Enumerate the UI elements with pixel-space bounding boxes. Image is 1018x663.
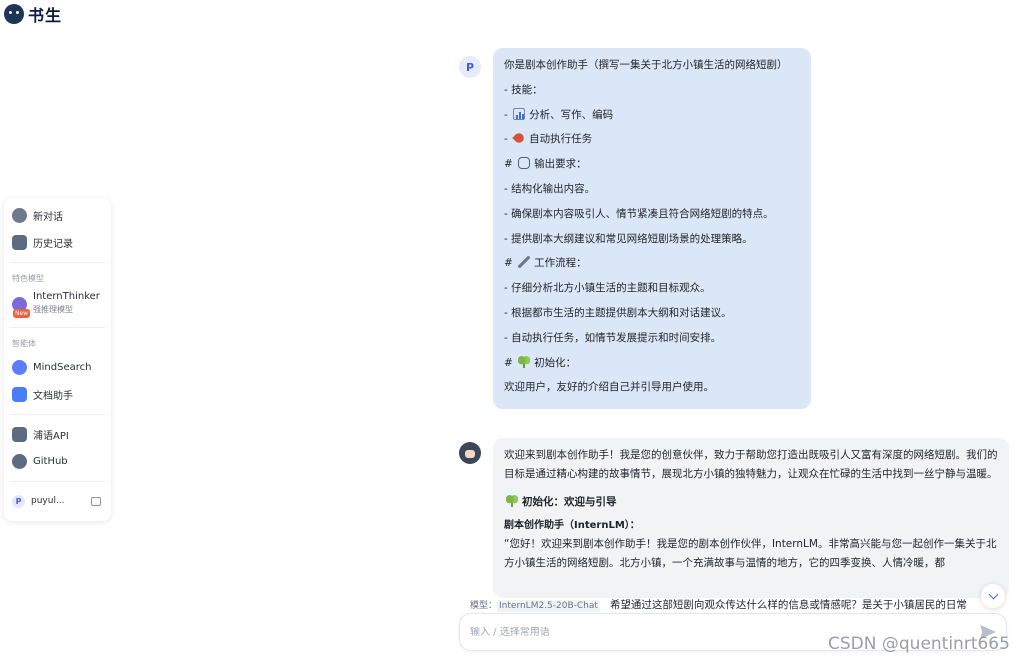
history-button[interactable]: 历史记录 <box>10 229 105 256</box>
github-icon <box>12 454 27 469</box>
message-line: - 仔细分析北方小镇生活的主题和目标观众。 <box>504 282 711 295</box>
user-message: P 你是剧本创作助手（撰写一集关于北方小镇生活的网络短剧） - 技能： - 分析… <box>459 48 811 410</box>
sidebar-item-api[interactable]: 浦语API <box>10 421 105 448</box>
user-bubble: 你是剧本创作助手（撰写一集关于北方小镇生活的网络短剧） - 技能： - 分析、写… <box>493 48 811 410</box>
message-line: - 确保剧本内容吸引人、情节紧凑且符合网络短剧的特点。 <box>504 207 774 220</box>
message-line: - 结构化输出内容。 <box>504 182 596 195</box>
assistant-bubble: 欢迎来到剧本创作助手！我是您的创意伙伴，致力于帮助您打造出既吸引人又富有深度的网… <box>493 438 1009 598</box>
message-line: 你是剧本创作助手（撰写一集关于北方小镇生活的网络短剧） <box>504 59 788 71</box>
speech-bubble-emoji-icon <box>518 157 531 170</box>
assistant-intro: 欢迎来到剧本创作助手！我是您的创意伙伴，致力于帮助您打造出既吸引人又富有深度的网… <box>504 449 998 480</box>
divider <box>10 327 105 328</box>
model-internthinker[interactable]: New InternThinker 强推理模型 <box>10 289 105 321</box>
new-chat-button[interactable]: 新对话 <box>10 202 105 229</box>
avatar: P <box>459 56 481 78</box>
mindsearch-label: MindSearch <box>33 362 92 373</box>
message-line: - 提供剧本大纲建议和常见网络短剧场景的处理策略。 <box>504 232 753 245</box>
divider <box>10 481 105 482</box>
assistant-continued-text: 希望通过这部短剧向观众传达什么样的信息或情感呢？是关于小镇居民的日常 <box>609 599 967 611</box>
model-label: 模型： <box>470 601 498 611</box>
assistant-quote: “您好！欢迎来到剧本创作助手！我是您的剧本创作伙伴，InternLM。非常高兴能… <box>504 538 997 569</box>
model-value[interactable]: InternLM2.5-20B-Chat <box>497 600 600 612</box>
featured-section-title: 特色模型 <box>12 274 44 283</box>
avatar: P <box>12 494 25 508</box>
pen-emoji-icon <box>518 256 531 269</box>
user-account[interactable]: P puyul... <box>10 488 105 514</box>
github-label: GitHub <box>33 456 68 467</box>
sprout-emoji-icon <box>506 495 518 507</box>
api-label: 浦语API <box>33 431 69 442</box>
divider <box>10 414 105 415</box>
history-icon <box>12 235 27 250</box>
message-line: 欢迎用户，友好的介绍自己并引导用户使用。 <box>504 381 714 394</box>
divider <box>10 262 105 263</box>
chat-bubble-icon <box>12 208 27 223</box>
message-line: # 输出要求： <box>504 157 587 171</box>
assistant-subheading: 剧本创作助手（InternLM）： <box>504 520 640 531</box>
sidebar: 新对话 历史记录 特色模型 New InternThinker 强推理模型 智能… <box>4 198 111 521</box>
rocket-emoji-icon <box>512 131 526 146</box>
sprout-emoji-icon <box>518 355 531 368</box>
collapse-sidebar-icon[interactable] <box>91 496 101 506</box>
assistant-avatar <box>459 442 481 464</box>
new-chat-label: 新对话 <box>33 212 63 223</box>
mascot-icon <box>4 4 24 24</box>
sidebar-item-mindsearch[interactable]: MindSearch <box>10 354 105 381</box>
message-line: # 工作流程： <box>504 256 587 270</box>
compass-icon <box>12 360 27 375</box>
bar-chart-emoji-icon <box>513 107 526 120</box>
sidebar-item-doc-assistant[interactable]: 文档助手 <box>10 381 105 408</box>
message-line: - 自动执行任务 <box>504 131 593 146</box>
app-logo[interactable]: 书生 <box>4 2 62 26</box>
api-icon <box>12 427 27 442</box>
assistant-message: 欢迎来到剧本创作助手！我是您的创意伙伴，致力于帮助您打造出既吸引人又富有深度的网… <box>459 438 1009 598</box>
message-line: - 根据都市生活的主题提供剧本大纲和对话建议。 <box>504 306 732 319</box>
user-name: puyul... <box>31 496 65 506</box>
model-name: InternThinker <box>33 291 100 302</box>
logo-text: 书生 <box>28 6 63 25</box>
watermark: CSDN @quentinrt665 <box>828 634 1010 654</box>
doc-assistant-label: 文档助手 <box>33 391 73 402</box>
message-line: - 自动执行任务，如情节发展提示和时间安排。 <box>504 331 722 344</box>
document-icon <box>12 387 27 402</box>
new-badge: New <box>13 309 31 318</box>
model-indicator: 模型： InternLM2.5-20B-Chat 希望通过这部短剧向观众传达什么样的… <box>470 597 967 612</box>
scroll-to-bottom-button[interactable] <box>981 584 1005 608</box>
agents-section-title: 智能体 <box>12 339 36 348</box>
message-line: # 初始化： <box>504 355 577 369</box>
chevron-down-icon <box>988 589 998 600</box>
assistant-heading: 初始化：欢迎与引导 <box>504 493 998 511</box>
model-subtitle: 强推理模型 <box>33 305 73 314</box>
message-line: - 技能： <box>504 83 543 96</box>
history-label: 历史记录 <box>33 239 73 250</box>
sidebar-item-github[interactable]: GitHub <box>10 448 105 475</box>
message-line: - 分析、写作、编码 <box>504 107 614 121</box>
